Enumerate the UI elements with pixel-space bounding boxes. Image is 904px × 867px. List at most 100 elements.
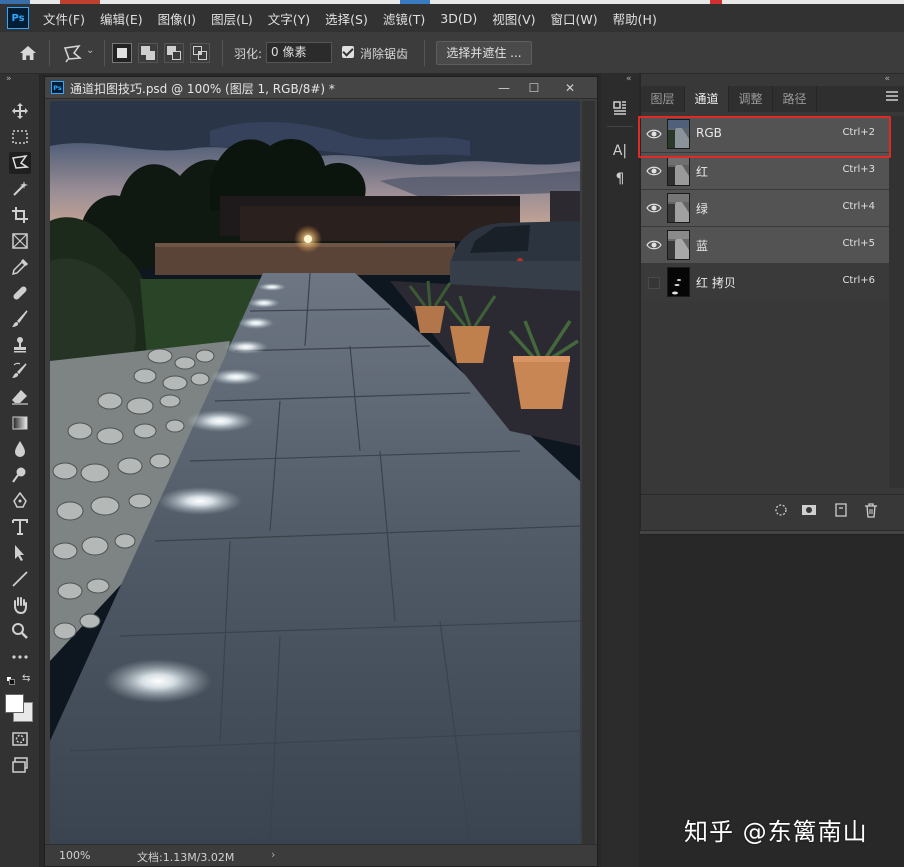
zoom-level[interactable]: 100% — [59, 849, 90, 862]
trash-icon[interactable] — [863, 502, 879, 518]
channel-thumbnail — [667, 267, 690, 297]
zoom-tool-icon[interactable] — [9, 620, 31, 642]
chevron-down-icon[interactable]: ⌄ — [86, 45, 94, 56]
antialias-label: 消除锯齿 — [360, 47, 409, 61]
character-icon[interactable]: A| — [609, 140, 631, 162]
options-bar: ⌄ 羽化: 0 像素 消除锯齿 选择并遮住 ... — [0, 32, 904, 74]
feather-input[interactable]: 0 像素 — [266, 42, 332, 63]
watermark: 知乎 @东篱南山 — [684, 818, 868, 846]
document-size-info: 文档:1.13M/3.02M — [137, 851, 235, 864]
menu-image[interactable]: 图像(I) — [158, 9, 196, 28]
brush-tool-icon[interactable] — [9, 308, 31, 330]
visibility-toggle[interactable] — [648, 277, 660, 289]
menu-3d[interactable]: 3D(D) — [440, 11, 477, 26]
frame-tool-icon[interactable] — [9, 230, 31, 252]
lasso-tool-icon[interactable] — [9, 152, 31, 174]
gradient-tool-icon[interactable] — [9, 412, 31, 434]
tab-layers[interactable]: 图层 — [641, 86, 685, 112]
panel-footer — [641, 494, 904, 524]
channel-row-red-copy[interactable]: 红 拷贝 Ctrl+6 — [641, 264, 889, 301]
select-and-mask-button[interactable]: 选择并遮住 ... — [436, 41, 532, 65]
foreground-color-swatch[interactable] — [5, 694, 24, 713]
eye-icon[interactable] — [646, 163, 662, 179]
eye-icon[interactable] — [646, 126, 662, 142]
paragraph-icon[interactable]: ¶ — [609, 168, 631, 190]
channel-row-red[interactable]: 红 Ctrl+3 — [641, 153, 889, 190]
night-garden-path-photo — [50, 101, 580, 846]
quick-mask-icon[interactable] — [9, 728, 31, 750]
channel-row-green[interactable]: 绿 Ctrl+4 — [641, 190, 889, 227]
eye-icon[interactable] — [646, 237, 662, 253]
pen-tool-icon[interactable] — [9, 490, 31, 512]
channel-thumbnail — [667, 156, 690, 186]
channel-shortcut: Ctrl+6 — [842, 275, 875, 286]
collapse-icon[interactable]: « — [884, 74, 890, 84]
healing-brush-tool-icon[interactable] — [9, 282, 31, 304]
channel-name: 红 拷贝 — [696, 276, 736, 290]
menu-layer[interactable]: 图层(L) — [211, 9, 253, 28]
panel-menu-icon[interactable] — [886, 90, 898, 102]
channel-row-blue[interactable]: 蓝 Ctrl+5 — [641, 227, 889, 264]
channel-thumbnail — [667, 230, 690, 260]
hand-tool-icon[interactable] — [9, 594, 31, 616]
paragraph-styles-icon[interactable] — [609, 98, 631, 120]
channel-list: RGB Ctrl+2 红 Ctrl+3 绿 Ctrl+4 蓝 Ctrl+5 红 … — [641, 116, 889, 301]
status-menu-arrow[interactable]: › — [271, 848, 275, 861]
save-selection-as-channel-icon[interactable] — [801, 502, 817, 518]
menu-select[interactable]: 选择(S) — [325, 9, 368, 28]
tab-paths[interactable]: 路径 — [773, 86, 817, 112]
collapse-icon[interactable]: » — [6, 74, 12, 84]
swap-colors-icon[interactable]: ⇆ — [6, 673, 34, 688]
collapse-icon[interactable]: « — [626, 74, 632, 84]
channel-row-rgb[interactable]: RGB Ctrl+2 — [641, 116, 889, 153]
move-tool-icon[interactable] — [9, 100, 31, 122]
canvas-image[interactable] — [50, 101, 580, 846]
vertical-scrollbar[interactable] — [582, 101, 595, 846]
crop-tool-icon[interactable] — [9, 204, 31, 226]
eye-icon[interactable] — [646, 200, 662, 216]
panel-scrollbar[interactable] — [889, 116, 904, 488]
eraser-tool-icon[interactable] — [9, 386, 31, 408]
menu-type[interactable]: 文字(Y) — [268, 9, 310, 28]
panel-resize-handle[interactable] — [640, 530, 904, 535]
new-selection-button[interactable] — [112, 43, 132, 63]
polygonal-lasso-icon[interactable] — [62, 43, 84, 63]
blur-tool-icon[interactable] — [9, 438, 31, 460]
document-title-bar[interactable]: Ps 通道扣图技巧.psd @ 100% (图层 1, RGB/8#) * — … — [45, 77, 597, 99]
screen-mode-icon[interactable] — [9, 754, 31, 776]
separator — [49, 40, 50, 66]
dodge-tool-icon[interactable] — [9, 464, 31, 486]
marquee-tool-icon[interactable] — [9, 126, 31, 148]
clone-stamp-tool-icon[interactable] — [9, 334, 31, 356]
menu-view[interactable]: 视图(V) — [492, 9, 535, 28]
menu-help[interactable]: 帮助(H) — [613, 9, 657, 28]
magic-wand-tool-icon[interactable] — [9, 178, 31, 200]
close-icon[interactable]: ✕ — [557, 77, 583, 98]
tab-adjustments[interactable]: 调整 — [729, 86, 773, 112]
channels-panel: « 图层 通道 调整 路径 RGB Ctrl+2 红 Ctrl+3 绿 Ctrl… — [640, 74, 904, 530]
antialias-checkbox[interactable] — [342, 46, 354, 58]
tools-panel: » ⇆ — [0, 74, 40, 867]
history-brush-tool-icon[interactable] — [9, 360, 31, 382]
menu-filter[interactable]: 滤镜(T) — [383, 9, 425, 28]
photoshop-logo: Ps — [51, 81, 64, 94]
new-channel-icon[interactable] — [833, 502, 849, 518]
load-channel-as-selection-icon[interactable] — [773, 502, 789, 518]
minimize-icon[interactable]: — — [491, 77, 517, 98]
eyedropper-tool-icon[interactable] — [9, 256, 31, 278]
intersect-selection-button[interactable] — [190, 43, 210, 63]
menu-edit[interactable]: 编辑(E) — [100, 9, 143, 28]
tab-channels[interactable]: 通道 — [685, 86, 729, 112]
maximize-icon[interactable]: ☐ — [521, 77, 547, 98]
menu-window[interactable]: 窗口(W) — [551, 9, 598, 28]
document-title: 通道扣图技巧.psd @ 100% (图层 1, RGB/8#) * — [70, 82, 335, 96]
subtract-selection-button[interactable] — [164, 43, 184, 63]
add-selection-button[interactable] — [138, 43, 158, 63]
panel-tabs: 图层 通道 调整 路径 — [641, 86, 904, 112]
type-tool-icon[interactable] — [9, 516, 31, 538]
more-tools-icon[interactable] — [9, 646, 31, 668]
menu-file[interactable]: 文件(F) — [43, 9, 85, 28]
path-selection-tool-icon[interactable] — [9, 542, 31, 564]
home-icon[interactable] — [18, 43, 38, 63]
line-tool-icon[interactable] — [9, 568, 31, 590]
